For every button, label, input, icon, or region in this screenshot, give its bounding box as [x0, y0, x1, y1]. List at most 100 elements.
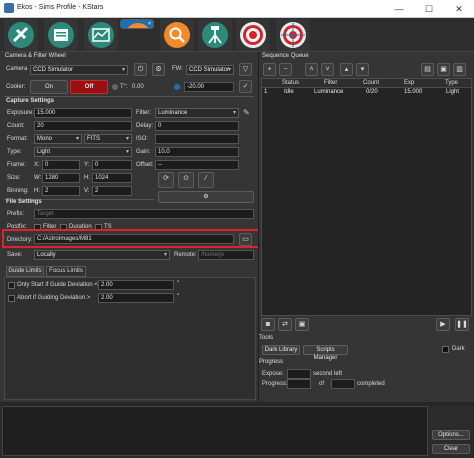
- progress-label: Progress:: [262, 381, 288, 387]
- count-input[interactable]: 20: [34, 121, 132, 131]
- capture-module-button[interactable]: [120, 19, 154, 29]
- save-icon: ▤: [424, 66, 431, 73]
- offset-input[interactable]: --: [155, 160, 239, 170]
- edit-filter-icon[interactable]: ✎: [243, 108, 250, 117]
- analyze-icon: [88, 22, 114, 48]
- preview-button[interactable]: ⊙: [178, 172, 194, 188]
- gain-input[interactable]: 10.0: [155, 147, 239, 157]
- w-label: W:: [34, 175, 42, 181]
- binning-h-input[interactable]: 2: [42, 186, 80, 196]
- scheduler-module-button[interactable]: [44, 19, 78, 51]
- frame-type-select[interactable]: Light: [34, 147, 132, 157]
- play-icon: ▶: [440, 321, 446, 328]
- fw-label: FW:: [172, 66, 183, 72]
- close-button[interactable]: ✕: [444, 1, 474, 17]
- gear-icon: ⚙: [155, 66, 162, 73]
- clear-button[interactable]: Clear: [432, 444, 470, 454]
- focus-module-button[interactable]: [160, 19, 194, 51]
- start-sequence-button[interactable]: ▶: [436, 318, 450, 331]
- dark-library-button[interactable]: Dark Library: [262, 345, 300, 355]
- progress-header: Progress: [259, 359, 284, 365]
- capture-icon: [127, 23, 149, 28]
- filter-wheel-select[interactable]: CCD Simulator: [186, 65, 234, 75]
- remove-job-button[interactable]: −: [279, 63, 292, 76]
- delay-input[interactable]: 0: [155, 121, 239, 131]
- save-location-select[interactable]: Locally: [34, 250, 170, 260]
- tab-guide-limits[interactable]: Guide Limits: [6, 266, 44, 277]
- title-bar: Ekos - Sims Profile - KStars — ☐ ✕: [0, 0, 474, 18]
- filter-settings-button[interactable]: ▽: [239, 63, 252, 76]
- tab-focus-limits[interactable]: Focus Limits: [46, 266, 86, 277]
- analyze-module-button[interactable]: [84, 19, 118, 51]
- row-status: Idle: [284, 89, 294, 95]
- iso-input[interactable]: [155, 134, 239, 144]
- camera-settings-button[interactable]: ⚙: [152, 63, 165, 76]
- add-job-button[interactable]: +: [263, 63, 276, 76]
- pause-icon: ❚❚: [456, 321, 468, 328]
- align-icon: [240, 22, 266, 48]
- frame-height-input[interactable]: 1024: [92, 173, 132, 183]
- frame-width-input[interactable]: 1280: [42, 173, 80, 183]
- target-temperature-input[interactable]: -20.00: [184, 82, 234, 92]
- move-down-button[interactable]: ˅: [321, 63, 334, 76]
- row-number: 1: [264, 89, 268, 95]
- cooler-off-button[interactable]: Off: [70, 80, 108, 94]
- mount-module-button[interactable]: [198, 19, 232, 51]
- play-circle-icon: ⊙: [183, 175, 189, 182]
- minimize-button[interactable]: —: [384, 1, 414, 17]
- settings-icon: ⚙: [203, 194, 209, 200]
- power-icon: ⏻: [137, 66, 144, 73]
- second-left-label: second left: [313, 371, 343, 377]
- reset-frame-button[interactable]: ⟳: [158, 172, 174, 188]
- power-button[interactable]: ⏻: [134, 63, 147, 76]
- abort-deviation-input[interactable]: 2.00: [98, 293, 174, 303]
- temperature-label: T°:: [120, 84, 128, 90]
- set-temperature-button[interactable]: ✓: [239, 80, 252, 93]
- prefix-input[interactable]: Target: [34, 209, 254, 219]
- table-row[interactable]: 1 Idle Luminance 0/20 15.000 Light: [262, 88, 471, 97]
- live-video-button[interactable]: ◙: [261, 318, 275, 331]
- clear-selection-button[interactable]: ▾: [356, 63, 369, 76]
- guide-module-button[interactable]: [276, 19, 310, 51]
- save-sequence-button[interactable]: ▤: [421, 63, 434, 76]
- browse-directory-button[interactable]: ▭: [239, 233, 252, 246]
- binning-v-input[interactable]: 2: [92, 186, 132, 196]
- remote-directory-input[interactable]: /home/jo: [198, 250, 254, 260]
- camera-select[interactable]: CCD Simulator: [30, 65, 128, 75]
- row-exp: 15.000: [404, 89, 423, 95]
- expose-label: Expose:: [262, 371, 284, 377]
- cooler-on-button[interactable]: On: [30, 80, 68, 94]
- frame-y-input[interactable]: 0: [92, 160, 132, 170]
- maximize-button[interactable]: ☐: [414, 1, 444, 17]
- col-type: Type: [445, 80, 459, 86]
- setup-module-button[interactable]: [4, 19, 38, 51]
- pause-sequence-button[interactable]: ❚❚: [455, 318, 469, 331]
- exposure-input[interactable]: 15.000: [34, 108, 132, 118]
- move-up-button[interactable]: ˄: [305, 63, 318, 76]
- directory-input[interactable]: C:/AstroImages/M81: [34, 234, 234, 244]
- custom-properties-button[interactable]: ⚙: [158, 191, 254, 203]
- guide-deviation-input[interactable]: 2.00: [98, 280, 174, 290]
- align-module-button[interactable]: [236, 19, 270, 51]
- save-as-sequence-button[interactable]: ▣: [437, 63, 450, 76]
- options-button[interactable]: Options...: [432, 430, 470, 440]
- scripts-manager-button[interactable]: Scripts Manager: [303, 345, 348, 361]
- frame-x-input[interactable]: 0: [42, 160, 80, 170]
- directory-label: Directory:: [7, 237, 33, 243]
- open-sequence-button[interactable]: ▥: [453, 63, 466, 76]
- app-icon: [4, 3, 14, 13]
- loop-button[interactable]: ⇄: [278, 318, 292, 331]
- preview-tool-button[interactable]: ▣: [295, 318, 309, 331]
- camera-label: Camera: [6, 66, 28, 72]
- effects-button[interactable]: ⁄: [198, 172, 214, 188]
- dark-checkbox[interactable]: [442, 346, 449, 353]
- guide-deviation-checkbox[interactable]: [8, 282, 15, 289]
- binv-label: V:: [84, 188, 90, 194]
- filter-select[interactable]: Luminance: [155, 108, 239, 118]
- encoding-select[interactable]: FITS: [84, 134, 132, 144]
- select-all-button[interactable]: ▴: [340, 63, 353, 76]
- col-exp: Exp: [404, 80, 415, 86]
- format-select[interactable]: Mono: [34, 134, 82, 144]
- save-label: Save:: [7, 252, 23, 258]
- abort-deviation-checkbox[interactable]: [8, 295, 15, 302]
